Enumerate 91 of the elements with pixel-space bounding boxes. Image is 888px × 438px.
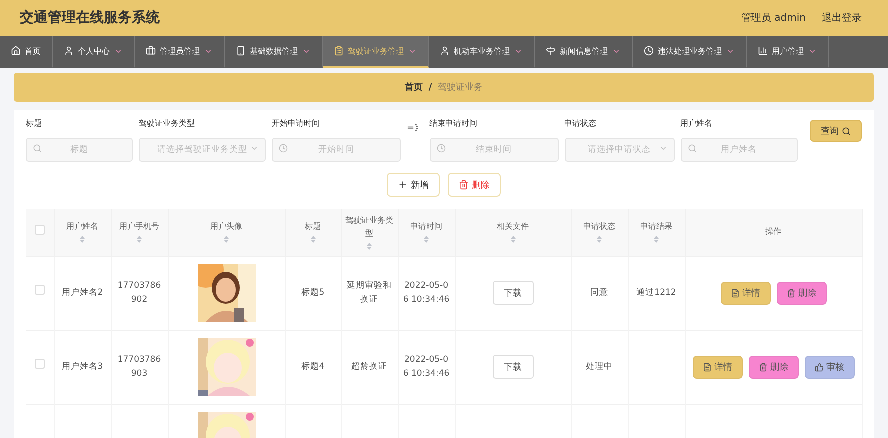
breadcrumb-separator: / (428, 82, 432, 92)
filter-label: 申请状态 (564, 118, 598, 129)
input-field[interactable]: 用户姓名 (680, 138, 798, 162)
breadcrumb-item[interactable]: 首页 (404, 81, 423, 94)
plus-icon (398, 180, 408, 190)
nav-tab[interactable]: 首页 (0, 36, 53, 68)
sort-icon[interactable] (310, 236, 316, 244)
nav-tab[interactable]: 新闻信息管理 (535, 36, 633, 68)
download-button[interactable]: 下载 (492, 281, 534, 305)
date-field[interactable]: 结束时间 (430, 138, 559, 162)
clock-icon (279, 144, 288, 153)
table-cell: 同意 (590, 288, 608, 298)
nav-tab[interactable]: 个人中心 (53, 36, 135, 68)
logout-link[interactable]: 退出登录 (822, 11, 862, 25)
trash-icon (459, 180, 469, 190)
briefcase-icon (146, 46, 156, 56)
sort-icon[interactable] (80, 236, 85, 244)
home-icon (11, 46, 21, 56)
filter-label: 驾驶证业务类型 (139, 118, 196, 129)
user-icon (440, 46, 450, 56)
column-header: 相关文件 (497, 221, 529, 234)
clock-icon (436, 144, 446, 153)
search-icon (688, 144, 697, 153)
column-header: 驾驶证业务类型 (346, 214, 394, 240)
detail-button[interactable]: 详情 (692, 356, 742, 378)
bar-chart-icon (758, 46, 768, 56)
column-header: 用户头像 (210, 221, 242, 234)
table-cell: 通过1212 (636, 288, 676, 298)
search-icon (842, 126, 851, 136)
nav-tab[interactable]: 管理员管理 (135, 36, 225, 68)
column-header: 用户姓名 (66, 221, 98, 234)
table-cell: 17703786903 (118, 354, 162, 379)
app-title: 交通管理在线服务系统 (20, 9, 161, 27)
document-icon (702, 362, 712, 372)
table-cell: 处理中 (586, 362, 613, 372)
user-label: 管理员 admin (741, 12, 806, 25)
sort-icon[interactable] (224, 236, 229, 244)
checkbox[interactable] (34, 359, 45, 370)
table-cell: 用户姓名2 (62, 288, 104, 298)
range-separator: =》 (407, 122, 424, 135)
table-cell: 标题5 (301, 288, 325, 298)
clipboard-icon (334, 46, 344, 56)
nav-tab[interactable]: 机动车业务管理 (429, 36, 535, 68)
trash-icon (758, 362, 768, 372)
checkbox[interactable] (34, 285, 45, 296)
table-cell: 17703786902 (118, 280, 162, 305)
delete-button[interactable]: 删除 (448, 173, 501, 197)
nav-tab[interactable]: 用户管理 (747, 36, 829, 68)
thumbs-up-icon (814, 362, 824, 372)
user-icon (64, 46, 74, 56)
column-header: 申请结果 (640, 221, 672, 234)
nav-tab[interactable]: 违法处理业务管理 (633, 36, 747, 68)
trash-icon (786, 288, 796, 298)
input-field[interactable]: 标题 (26, 138, 133, 162)
table-cell: 延期审验和换证 (347, 280, 392, 305)
sort-icon[interactable] (137, 236, 142, 244)
table-cell: 2022-05-06 10:34:46 (403, 354, 450, 379)
search-button[interactable]: 查询 (810, 120, 862, 142)
filter-label: 标题 (26, 118, 43, 129)
column-header: 操作 (766, 226, 782, 238)
sort-icon[interactable] (424, 236, 429, 244)
review-button[interactable]: 审核 (804, 356, 854, 378)
checkbox[interactable] (34, 224, 45, 235)
detail-button[interactable]: 详情 (720, 282, 770, 304)
download-button[interactable]: 下载 (492, 355, 534, 379)
date-field[interactable]: 开始时间 (272, 138, 401, 162)
add-button[interactable]: 新增 (387, 173, 440, 197)
document-icon (730, 288, 740, 298)
table-cell: 2022-05-06 10:34:46 (403, 280, 450, 305)
filter-label: 结束申请时间 (430, 118, 479, 129)
phone-icon (236, 46, 246, 56)
caret-icon (658, 144, 668, 153)
sort-icon[interactable] (597, 236, 602, 244)
column-header: 申请时间 (410, 221, 442, 234)
table-cell: 标题4 (301, 362, 325, 372)
column-header: 用户手机号 (120, 221, 160, 234)
table-cell: 超龄换证 (352, 362, 388, 372)
sort-icon[interactable] (654, 236, 659, 244)
table-cell: 用户姓名3 (62, 362, 104, 372)
sort-icon[interactable] (367, 242, 372, 250)
clock-icon (644, 46, 654, 56)
column-header: 申请状态 (584, 221, 616, 234)
select-field[interactable]: 请选择驾驶证业务类型 (139, 138, 266, 162)
filter-label: 开始申请时间 (272, 118, 321, 129)
select-field[interactable]: 请选择申请状态 (564, 138, 675, 162)
filter-label: 用户姓名 (680, 118, 714, 129)
search-icon (33, 144, 42, 153)
column-header: 标题 (305, 221, 321, 234)
sort-icon[interactable] (510, 236, 516, 244)
caret-icon (250, 144, 259, 153)
signpost-icon (546, 46, 556, 56)
